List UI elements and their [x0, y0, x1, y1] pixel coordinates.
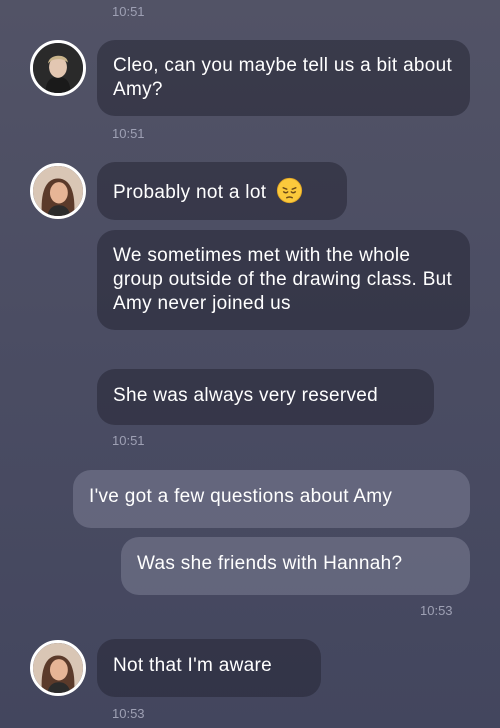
message-text: Not that I'm aware: [113, 655, 272, 676]
pensive-face-emoji: [276, 177, 302, 204]
contact-avatar-female[interactable]: [30, 640, 86, 696]
message-bubble-incoming[interactable]: Cleo, can you maybe tell us a bit about …: [97, 40, 470, 116]
message-text: Was she friends with Hannah?: [137, 553, 403, 574]
timestamp: 10:53: [112, 706, 145, 721]
message-text: I've got a few questions about Amy: [89, 486, 393, 507]
message-text: Cleo, can you maybe tell us a bit about …: [113, 55, 453, 100]
message-bubble-incoming[interactable]: Not that I'm aware: [97, 639, 321, 697]
timestamp: 10:51: [112, 433, 145, 448]
timestamp: 10:51: [112, 4, 145, 19]
message-text: She was always very reserved: [113, 385, 379, 406]
timestamp: 10:51: [112, 126, 145, 141]
message-bubble-outgoing[interactable]: I've got a few questions about Amy: [73, 470, 470, 528]
message-text: Probably not a lot: [113, 182, 267, 203]
contact-avatar-female[interactable]: [30, 163, 86, 219]
message-bubble-incoming[interactable]: We sometimes met with the whole group ou…: [97, 230, 470, 330]
message-text: We sometimes met with the whole group ou…: [113, 245, 453, 314]
timestamp: 10:53: [420, 603, 453, 618]
message-bubble-outgoing[interactable]: Was she friends with Hannah?: [121, 537, 470, 595]
contact-avatar-male[interactable]: [30, 40, 86, 96]
message-bubble-incoming[interactable]: Probably not a lot: [97, 162, 347, 220]
message-bubble-incoming[interactable]: She was always very reserved: [97, 369, 434, 425]
